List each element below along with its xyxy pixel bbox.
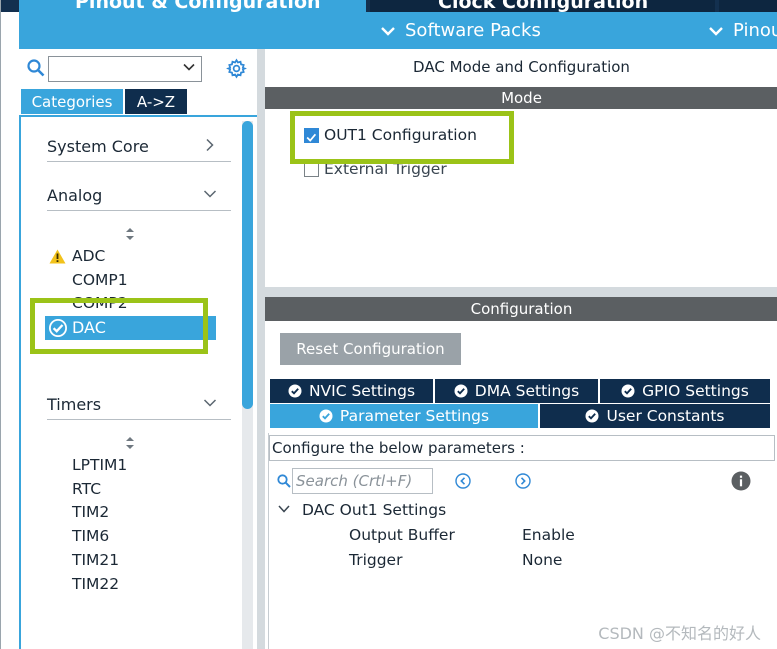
sort-icon[interactable] xyxy=(123,226,137,242)
tab-categories[interactable]: Categories xyxy=(21,89,123,114)
category-search-combo[interactable] xyxy=(48,56,202,82)
tab-label: DMA Settings xyxy=(474,382,580,400)
tab-label: NVIC Settings xyxy=(308,382,416,400)
mode-header: Mode xyxy=(265,87,777,109)
annotation-highlight-dac xyxy=(30,298,208,354)
tree-item-tim6[interactable]: TIM6 xyxy=(72,527,109,545)
chevron-down-icon xyxy=(709,26,723,36)
external-trigger-checkbox[interactable] xyxy=(304,162,319,177)
configuration-area: Reset Configuration NVIC Settings DMA Se… xyxy=(265,321,777,649)
group-system-core[interactable]: System Core xyxy=(47,132,231,162)
tab-more[interactable] xyxy=(719,0,777,12)
tree-item-comp1[interactable]: COMP1 xyxy=(72,271,128,289)
gear-icon[interactable] xyxy=(226,58,247,79)
software-packs-menu[interactable]: Software Packs xyxy=(379,20,541,41)
chevron-right-icon xyxy=(206,138,214,152)
tab-label: User Constants xyxy=(606,407,725,425)
panel-splitter[interactable] xyxy=(257,49,265,649)
param-group-dac-out1[interactable]: DAC Out1 Settings xyxy=(277,501,446,519)
category-search-row xyxy=(19,53,257,83)
info-icon[interactable] xyxy=(731,471,751,491)
watermark: CSDN @不知名的好人 xyxy=(598,624,761,643)
tab-pinout-configuration[interactable]: Pinout & Configuration xyxy=(19,0,366,12)
tab-label: GPIO Settings xyxy=(642,382,749,400)
tab-user-constants[interactable]: User Constants xyxy=(540,404,770,428)
tree-item-lptim1[interactable]: LPTIM1 xyxy=(72,456,127,474)
chevron-down-icon xyxy=(203,190,217,198)
tree-item-adc[interactable]: ADC xyxy=(72,247,105,265)
group-label: Timers xyxy=(47,395,102,414)
tab-gpio-settings[interactable]: GPIO Settings xyxy=(600,379,770,403)
stm32cubemx-window: Pinout & Configuration Clock Configurati… xyxy=(0,0,777,649)
warning-icon xyxy=(49,249,66,264)
sort-icon[interactable] xyxy=(123,435,137,451)
param-value-output-buffer[interactable]: Enable xyxy=(522,526,575,544)
param-name-trigger: Trigger xyxy=(349,551,403,569)
tree-item-tim21[interactable]: TIM21 xyxy=(72,551,119,569)
check-circle-icon xyxy=(454,384,468,398)
tab-a-z[interactable]: A->Z xyxy=(125,89,187,114)
tab-parameter-settings[interactable]: Parameter Settings xyxy=(270,404,538,428)
top-tab-bar: Pinout & Configuration Clock Configurati… xyxy=(1,0,777,12)
annotation-highlight-out1 xyxy=(290,111,514,164)
tree-item-tim2[interactable]: TIM2 xyxy=(72,503,109,521)
pinout-label: Pinout xyxy=(733,20,777,41)
check-circle-icon xyxy=(288,384,302,398)
vertical-scrollbar[interactable] xyxy=(242,121,253,649)
chevron-down-icon xyxy=(381,26,395,36)
parameter-list: Configure the below parameters : Search … xyxy=(268,433,775,649)
chevron-down-icon[interactable] xyxy=(183,61,195,73)
parameter-search-input[interactable]: Search (Crtl+F) xyxy=(292,468,433,494)
param-group-label: DAC Out1 Settings xyxy=(301,501,447,519)
search-icon xyxy=(277,474,291,488)
tab-label: Parameter Settings xyxy=(339,407,490,425)
secondary-toolbar: Software Packs Pinout xyxy=(19,12,777,49)
chevron-down-icon xyxy=(203,399,217,407)
section-divider xyxy=(265,287,777,297)
chevron-down-icon xyxy=(278,505,290,513)
search-icon xyxy=(27,59,45,77)
panel-title: DAC Mode and Configuration xyxy=(413,58,630,76)
configure-hint: Configure the below parameters : xyxy=(269,435,775,461)
group-label: System Core xyxy=(47,137,149,156)
check-circle-icon xyxy=(585,409,599,423)
configuration-header: Configuration xyxy=(265,297,777,321)
tab-dma-settings[interactable]: DMA Settings xyxy=(435,379,598,403)
tree-item-rtc[interactable]: RTC xyxy=(72,480,101,498)
scrollbar-thumb[interactable] xyxy=(242,121,253,409)
tab-clock-configuration[interactable]: Clock Configuration xyxy=(370,0,715,12)
tab-nvic-settings[interactable]: NVIC Settings xyxy=(270,379,433,403)
check-circle-icon xyxy=(319,409,333,423)
previous-result-icon[interactable] xyxy=(455,473,471,489)
reset-configuration-button[interactable]: Reset Configuration xyxy=(280,333,461,365)
param-name-output-buffer: Output Buffer xyxy=(349,526,455,544)
group-analog[interactable]: Analog xyxy=(47,181,231,211)
software-packs-label: Software Packs xyxy=(405,20,541,41)
group-timers[interactable]: Timers xyxy=(47,390,231,420)
tree-item-tim22[interactable]: TIM22 xyxy=(72,575,119,593)
next-result-icon[interactable] xyxy=(515,473,531,489)
param-value-trigger[interactable]: None xyxy=(522,551,562,569)
check-circle-icon xyxy=(621,384,635,398)
pinout-menu[interactable]: Pinout xyxy=(707,20,777,41)
group-label: Analog xyxy=(47,186,103,205)
